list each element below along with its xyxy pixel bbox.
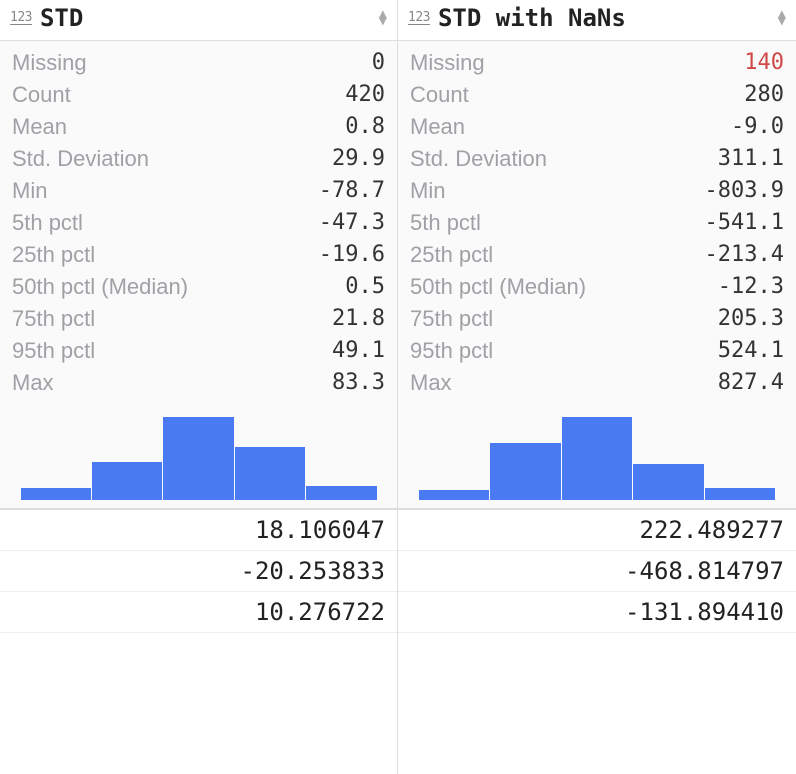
stat-value: -9.0 (731, 114, 784, 140)
stat-label: 25th pctl (12, 242, 95, 268)
stat-row: 75th pctl 21.8 (0, 303, 397, 335)
stat-label: Min (12, 178, 47, 204)
stat-label: Missing (12, 50, 87, 76)
stat-value: 0 (372, 50, 385, 76)
stat-value: -19.6 (319, 242, 385, 268)
column-title: STD (40, 4, 371, 32)
stat-label: 75th pctl (12, 306, 95, 332)
stat-label: Missing (410, 50, 485, 76)
table-row[interactable]: 222.489277 (398, 510, 796, 551)
histogram-bar (490, 443, 561, 500)
stat-value: -78.7 (319, 178, 385, 204)
histogram (0, 399, 397, 509)
histogram-bar (21, 488, 91, 500)
stat-label: Count (12, 82, 71, 108)
stat-value: 524.1 (718, 338, 784, 364)
histogram-bar (163, 417, 233, 500)
sort-icon[interactable]: ▲▼ (778, 11, 786, 25)
stat-row: Mean -9.0 (398, 111, 796, 143)
type-badge-numeric-icon: 123 (408, 11, 430, 25)
stat-row: Count 420 (0, 79, 397, 111)
stat-label: 5th pctl (12, 210, 83, 236)
stat-value: 311.1 (718, 146, 784, 172)
stat-label: 75th pctl (410, 306, 493, 332)
histogram (398, 399, 796, 509)
stat-row: Min -78.7 (0, 175, 397, 207)
stat-label: Std. Deviation (410, 146, 547, 172)
stat-row: 75th pctl 205.3 (398, 303, 796, 335)
stat-label: 95th pctl (12, 338, 95, 364)
column-header[interactable]: 123 STD with NaNs ▲▼ (398, 0, 796, 41)
stat-value: 420 (345, 82, 385, 108)
stat-row: Std. Deviation 29.9 (0, 143, 397, 175)
data-rows: 18.106047 -20.253833 10.276722 (0, 510, 397, 633)
stats-block: Missing 0 Count 420 Mean 0.8 Std. Deviation… (0, 41, 397, 510)
histogram-bar (562, 417, 633, 500)
stat-row: 95th pctl 49.1 (0, 335, 397, 367)
type-badge-numeric-icon: 123 (10, 11, 32, 25)
stat-label: Mean (12, 114, 67, 140)
data-rows: 222.489277 -468.814797 -131.894410 (398, 510, 796, 633)
stat-row: 95th pctl 524.1 (398, 335, 796, 367)
stat-label: Mean (410, 114, 465, 140)
stat-value: 280 (744, 82, 784, 108)
stat-label: 5th pctl (410, 210, 481, 236)
table-row[interactable]: -468.814797 (398, 551, 796, 592)
stat-value: 49.1 (332, 338, 385, 364)
table-row[interactable]: 10.276722 (0, 592, 397, 633)
stat-row: Count 280 (398, 79, 796, 111)
stat-value: 205.3 (718, 306, 784, 332)
stat-row: Mean 0.8 (0, 111, 397, 143)
stat-row: 25th pctl -19.6 (0, 239, 397, 271)
stat-row: Min -803.9 (398, 175, 796, 207)
stat-value: 140 (744, 50, 784, 76)
histogram-bar (419, 490, 490, 500)
summary-panels: 123 STD ▲▼ Missing 0 Count 420 Mean 0.8 Std… (0, 0, 796, 774)
stat-row: 25th pctl -213.4 (398, 239, 796, 271)
stat-row: Std. Deviation 311.1 (398, 143, 796, 175)
sort-icon[interactable]: ▲▼ (379, 11, 387, 25)
table-row[interactable]: -20.253833 (0, 551, 397, 592)
stat-row: 50th pctl (Median) -12.3 (398, 271, 796, 303)
stat-row: 5th pctl -47.3 (0, 207, 397, 239)
stat-label: 50th pctl (Median) (12, 274, 188, 300)
stat-row: 5th pctl -541.1 (398, 207, 796, 239)
stat-row: Missing 140 (398, 47, 796, 79)
stat-row: Max 827.4 (398, 367, 796, 399)
column-header[interactable]: 123 STD ▲▼ (0, 0, 397, 41)
stat-label: 50th pctl (Median) (410, 274, 586, 300)
stat-label: Count (410, 82, 469, 108)
stat-value: 83.3 (332, 370, 385, 396)
table-row[interactable]: -131.894410 (398, 592, 796, 633)
table-row[interactable]: 18.106047 (0, 510, 397, 551)
stat-value: -12.3 (718, 274, 784, 300)
stat-value: -47.3 (319, 210, 385, 236)
stat-value: -541.1 (705, 210, 784, 236)
column-std: 123 STD ▲▼ Missing 0 Count 420 Mean 0.8 Std… (0, 0, 398, 774)
stat-label: Max (410, 370, 452, 396)
stat-label: Max (12, 370, 54, 396)
stat-label: Min (410, 178, 445, 204)
stat-value: -803.9 (705, 178, 784, 204)
column-std-with-nans: 123 STD with NaNs ▲▼ Missing 140 Count 280… (398, 0, 796, 774)
stat-label: 25th pctl (410, 242, 493, 268)
histogram-bar (235, 447, 305, 500)
histogram-bar (633, 464, 704, 500)
stat-value: 827.4 (718, 370, 784, 396)
column-title: STD with NaNs (438, 4, 770, 32)
stat-row: Missing 0 (0, 47, 397, 79)
histogram-bar (306, 486, 376, 500)
stats-block: Missing 140 Count 280 Mean -9.0 Std. Deviat… (398, 41, 796, 510)
stat-value: 0.5 (345, 274, 385, 300)
stat-value: -213.4 (705, 242, 784, 268)
stat-row: Max 83.3 (0, 367, 397, 399)
stat-value: 0.8 (345, 114, 385, 140)
histogram-bar (92, 462, 162, 500)
stat-value: 21.8 (332, 306, 385, 332)
histogram-bar (705, 488, 776, 500)
stat-label: 95th pctl (410, 338, 493, 364)
stat-row: 50th pctl (Median) 0.5 (0, 271, 397, 303)
stat-label: Std. Deviation (12, 146, 149, 172)
stat-value: 29.9 (332, 146, 385, 172)
